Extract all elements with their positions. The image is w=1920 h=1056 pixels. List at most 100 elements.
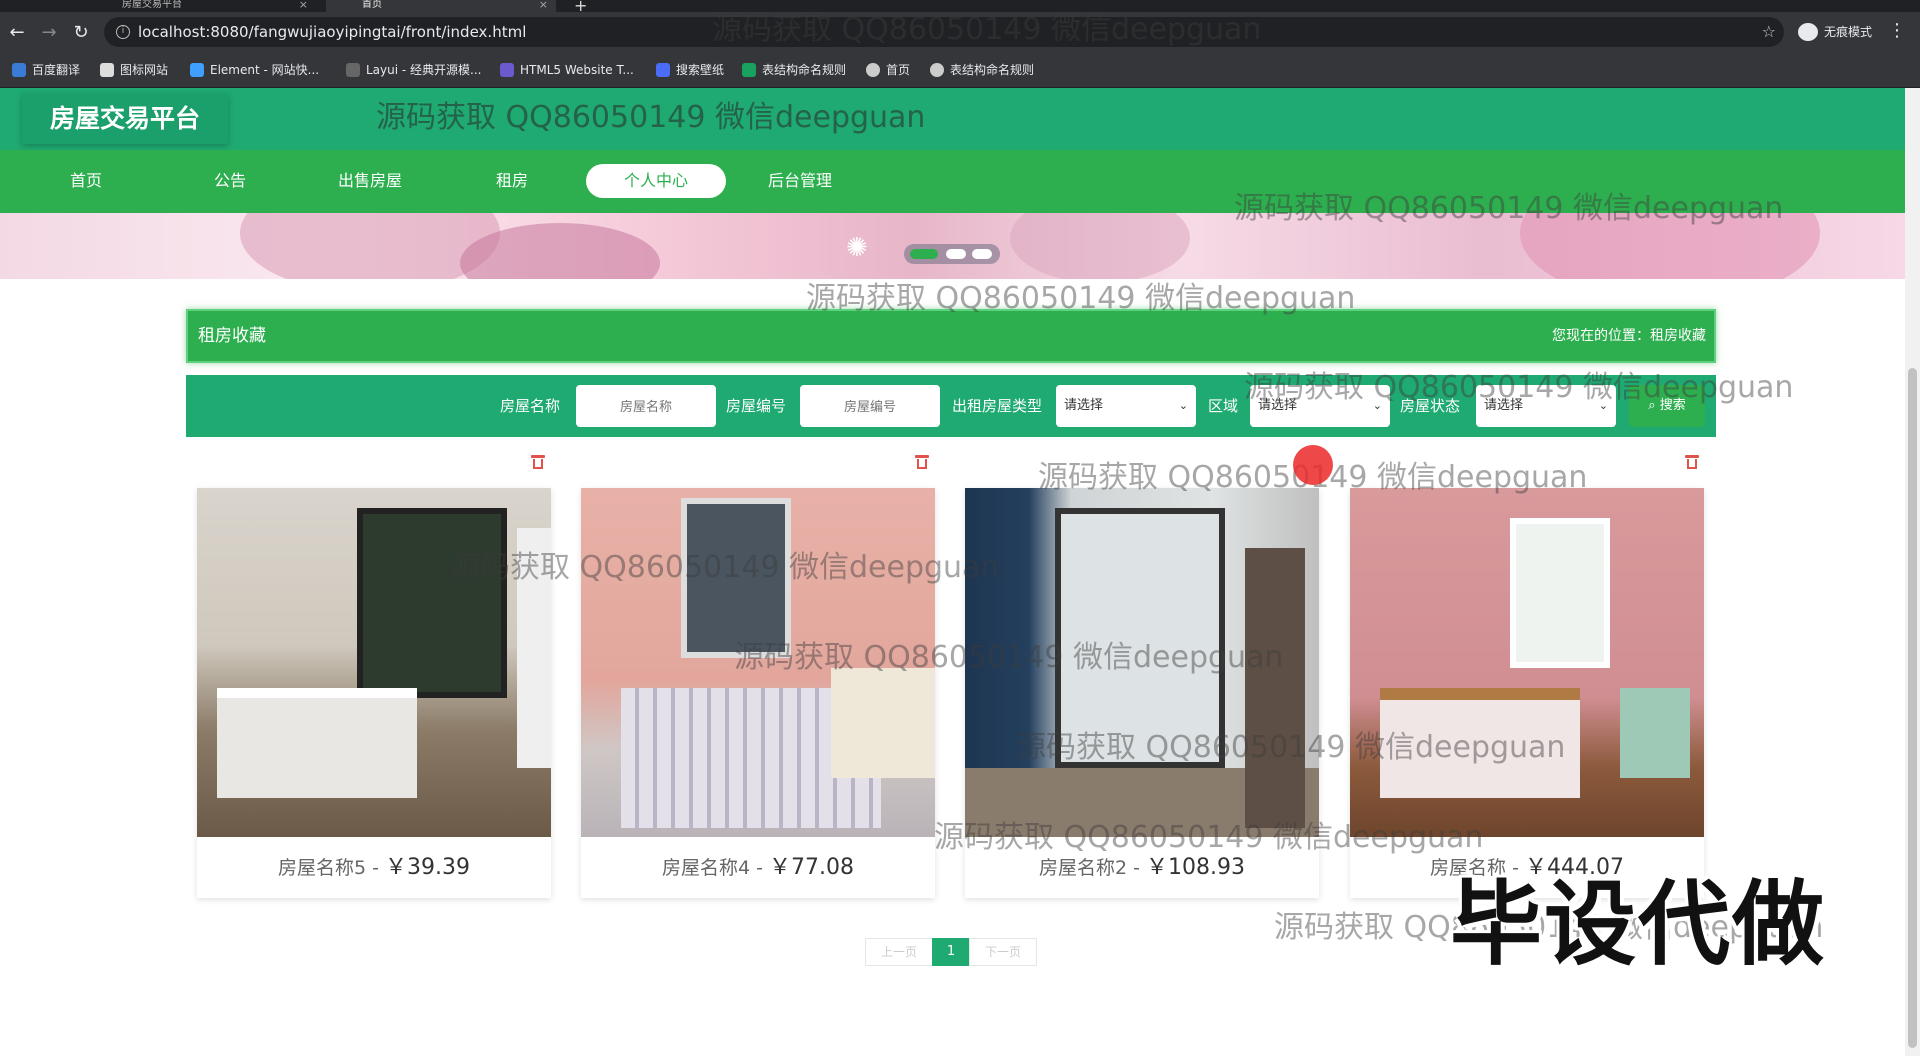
- stamp-text: 毕设代做: [1450, 871, 1827, 978]
- chevron-down-icon: ⌄: [1598, 399, 1608, 412]
- bookmark-item[interactable]: 百度翻译: [12, 61, 80, 79]
- reload-icon[interactable]: ↻: [70, 22, 92, 44]
- nav-home[interactable]: 首页: [16, 164, 156, 198]
- house-name-label: 房屋名称: [500, 397, 561, 415]
- house-status-select[interactable]: 请选择 ⌄: [1476, 385, 1616, 427]
- nav-admin[interactable]: 后台管理: [730, 164, 870, 198]
- wardrobe: [517, 528, 551, 768]
- house-photo[interactable]: [581, 488, 935, 837]
- house-name: 房屋名称2: [1038, 857, 1128, 879]
- bookmark-label: 表结构命名规则: [950, 63, 1035, 77]
- house-name: 房屋名称5: [277, 857, 367, 879]
- flag-icon: [100, 63, 114, 77]
- bookmark-item[interactable]: Layui - 经典开源模...: [346, 61, 481, 79]
- nav-house-sale[interactable]: 出售房屋: [300, 164, 440, 198]
- browser-tab[interactable]: 房屋交易平台 ×: [86, 0, 316, 12]
- tab-title: 房屋交易平台: [122, 0, 182, 10]
- favorite-card[interactable]: 房屋名称2 - ￥108.93: [965, 488, 1319, 898]
- trash-icon[interactable]: [531, 454, 545, 470]
- house-photo[interactable]: [965, 488, 1319, 837]
- bookmark-item[interactable]: 图标网站: [100, 61, 168, 79]
- section-title-bar: 租房收藏 您现在的位置：租房收藏: [186, 309, 1716, 363]
- card-caption: 房屋名称2 - ￥108.93: [965, 837, 1319, 898]
- prev-page-button[interactable]: 上一页: [865, 938, 933, 966]
- page-title: 租房收藏: [198, 326, 266, 346]
- bookmark-item[interactable]: 搜索壁纸: [656, 61, 724, 79]
- search-bar: 房屋名称 房屋编号 出租房屋类型 请选择 ⌄ 区域 请选择 ⌄ 房屋状态 请选择…: [186, 375, 1716, 437]
- nav-rent[interactable]: 租房: [442, 164, 582, 198]
- favorite-card[interactable]: 房屋名称4 - ￥77.08: [581, 488, 935, 898]
- house-photo[interactable]: [1350, 488, 1704, 837]
- carousel-indicator: [904, 244, 1000, 264]
- next-page-button[interactable]: 下一页: [969, 938, 1037, 966]
- bookmark-item[interactable]: Element - 网站快...: [190, 61, 319, 79]
- select-value: 请选择: [1484, 398, 1524, 413]
- window: [1510, 518, 1610, 668]
- trash-icon[interactable]: [1685, 454, 1699, 470]
- main-nav: 首页 公告 出售房屋 租房 个人中心 后台管理: [0, 150, 1905, 213]
- rent-type-label: 出租房屋类型: [952, 397, 1043, 415]
- browser-tab-active[interactable]: 首页 ×: [326, 0, 556, 12]
- forward-arrow-icon[interactable]: →: [38, 22, 60, 44]
- breadcrumb: 您现在的位置：租房收藏: [1552, 311, 1706, 361]
- rent-type-select[interactable]: 请选择 ⌄: [1056, 385, 1196, 427]
- card-caption: 房屋名称5 - ￥39.39: [197, 837, 551, 898]
- page-scrollbar[interactable]: [1905, 88, 1920, 1056]
- site-header: 房屋交易平台: [0, 88, 1905, 150]
- breadcrumb-prefix: 您现在的位置：: [1552, 328, 1650, 344]
- nav-notice[interactable]: 公告: [160, 164, 300, 198]
- address-bar-row: ← → ↻ i localhost:8080/fangwujiaoyipingt…: [0, 12, 1920, 52]
- bookmark-label: Element - 网站快...: [210, 63, 320, 77]
- incognito-indicator[interactable]: 无痕模式: [1794, 18, 1872, 46]
- url-field[interactable]: i localhost:8080/fangwujiaoyipingtai/fro…: [104, 17, 1784, 47]
- separator: -: [366, 857, 386, 879]
- carousel-dot[interactable]: [946, 249, 966, 259]
- carousel-dot[interactable]: [910, 249, 938, 259]
- house-photo[interactable]: [197, 488, 551, 837]
- back-arrow-icon[interactable]: ←: [6, 22, 28, 44]
- close-tab-icon[interactable]: ×: [539, 0, 548, 10]
- site-logo[interactable]: 房屋交易平台: [22, 94, 228, 144]
- favorite-card[interactable]: 房屋名称 - ￥444.07: [1350, 488, 1704, 898]
- bookmark-label: HTML5 Website T...: [520, 63, 634, 77]
- breadcrumb-current[interactable]: 租房收藏: [1650, 328, 1706, 344]
- tab-title: 首页: [362, 0, 382, 10]
- bookmark-item[interactable]: 表结构命名规则: [742, 61, 846, 79]
- cabinet: [1620, 688, 1690, 778]
- carousel-dot[interactable]: [972, 249, 992, 259]
- region-label: 区域: [1208, 397, 1239, 415]
- balcony-door: [1055, 508, 1225, 768]
- search-button[interactable]: ⌕ 搜索: [1629, 385, 1705, 427]
- close-tab-icon[interactable]: ×: [299, 0, 308, 10]
- select-value: 请选择: [1258, 398, 1298, 413]
- search-icon: ⌕: [1648, 398, 1656, 413]
- bookmark-star-icon[interactable]: ☆: [1762, 17, 1776, 47]
- incognito-label: 无痕模式: [1824, 25, 1873, 39]
- element-icon: [190, 63, 204, 77]
- bookmark-item[interactable]: 表结构命名规则: [930, 61, 1034, 79]
- favorite-card[interactable]: 房屋名称5 - ￥39.39: [197, 488, 551, 898]
- site-info-icon[interactable]: i: [116, 25, 130, 39]
- browser-tab-strip: 房屋交易平台 × 首页 × +: [0, 0, 1920, 15]
- house-number-input[interactable]: [800, 385, 940, 427]
- layui-icon: [346, 63, 360, 77]
- chevron-down-icon: ⌄: [1372, 399, 1382, 412]
- globe-icon: [866, 63, 880, 77]
- cursor-highlight: [1293, 445, 1333, 485]
- bookmark-item[interactable]: 首页: [866, 61, 910, 79]
- bed: [1380, 688, 1580, 798]
- house-name-input[interactable]: [576, 385, 716, 427]
- current-page-button[interactable]: 1: [932, 938, 970, 966]
- browser-menu-icon[interactable]: ⋮: [1888, 20, 1906, 41]
- house-status-label: 房屋状态: [1400, 397, 1461, 415]
- region-select[interactable]: 请选择 ⌄: [1250, 385, 1390, 427]
- scrollbar-thumb[interactable]: [1908, 368, 1917, 1048]
- separator: -: [1127, 857, 1147, 879]
- window: [357, 508, 507, 698]
- nav-personal-center[interactable]: 个人中心: [586, 164, 726, 198]
- bookmark-item[interactable]: HTML5 Website T...: [500, 61, 634, 79]
- trash-icon[interactable]: [915, 454, 929, 470]
- globe-icon: [930, 63, 944, 77]
- bookmark-label: 首页: [886, 63, 911, 77]
- bookmark-label: 表结构命名规则: [762, 63, 847, 77]
